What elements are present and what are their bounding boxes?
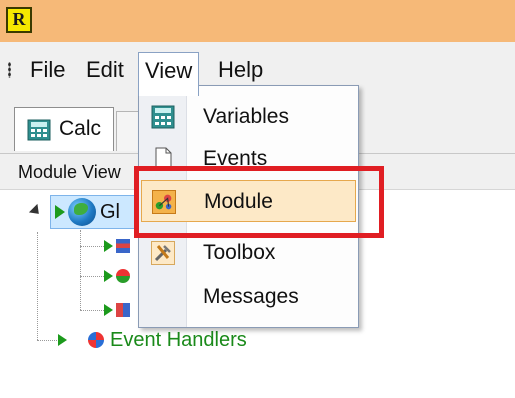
menu-edit[interactable]: Edit [80, 52, 130, 90]
tools-icon [151, 241, 175, 265]
expand-arrow-icon[interactable] [28, 203, 44, 219]
node-arrow-icon [55, 205, 65, 219]
calculator-icon [27, 119, 51, 141]
tree-line [37, 340, 57, 341]
tree-line [37, 232, 38, 340]
calculator-icon [151, 105, 175, 129]
menu-grip-icon[interactable] [8, 62, 11, 78]
menu-item-variables[interactable]: Variables [141, 96, 356, 138]
menu-item-label: Messages [203, 285, 299, 308]
globe-icon [68, 198, 96, 226]
tree-node-icon[interactable] [116, 303, 130, 317]
tree-node-root-label: Gl [100, 201, 120, 223]
menu-item-messages[interactable]: Messages [141, 276, 356, 318]
node-arrow-icon [104, 240, 113, 252]
tree-line [80, 246, 104, 247]
node-arrow-icon [104, 304, 113, 316]
tree-line [80, 230, 81, 310]
tab-calc[interactable]: Calc [14, 107, 114, 151]
tree-line [80, 310, 104, 311]
tab-calc-label: Calc [59, 117, 102, 140]
menu-item-label: Variables [203, 105, 289, 128]
title-bar: R [0, 0, 515, 42]
tree-node-icon[interactable] [116, 239, 130, 253]
menu-item-label: Toolbox [203, 241, 276, 264]
menu-view[interactable]: View [138, 52, 200, 96]
tree-node-event-handlers[interactable]: Event Handlers [110, 329, 247, 352]
tree-node-icon[interactable] [116, 269, 130, 283]
tree-line [80, 276, 104, 277]
node-arrow-icon [104, 270, 113, 282]
highlight-box [134, 166, 384, 238]
app-logo-icon: R [6, 7, 32, 33]
menu-file[interactable]: File [24, 52, 71, 90]
node-arrow-icon [58, 334, 67, 346]
event-handlers-icon [88, 332, 104, 348]
menu-item-toolbox[interactable]: Toolbox [141, 232, 356, 274]
